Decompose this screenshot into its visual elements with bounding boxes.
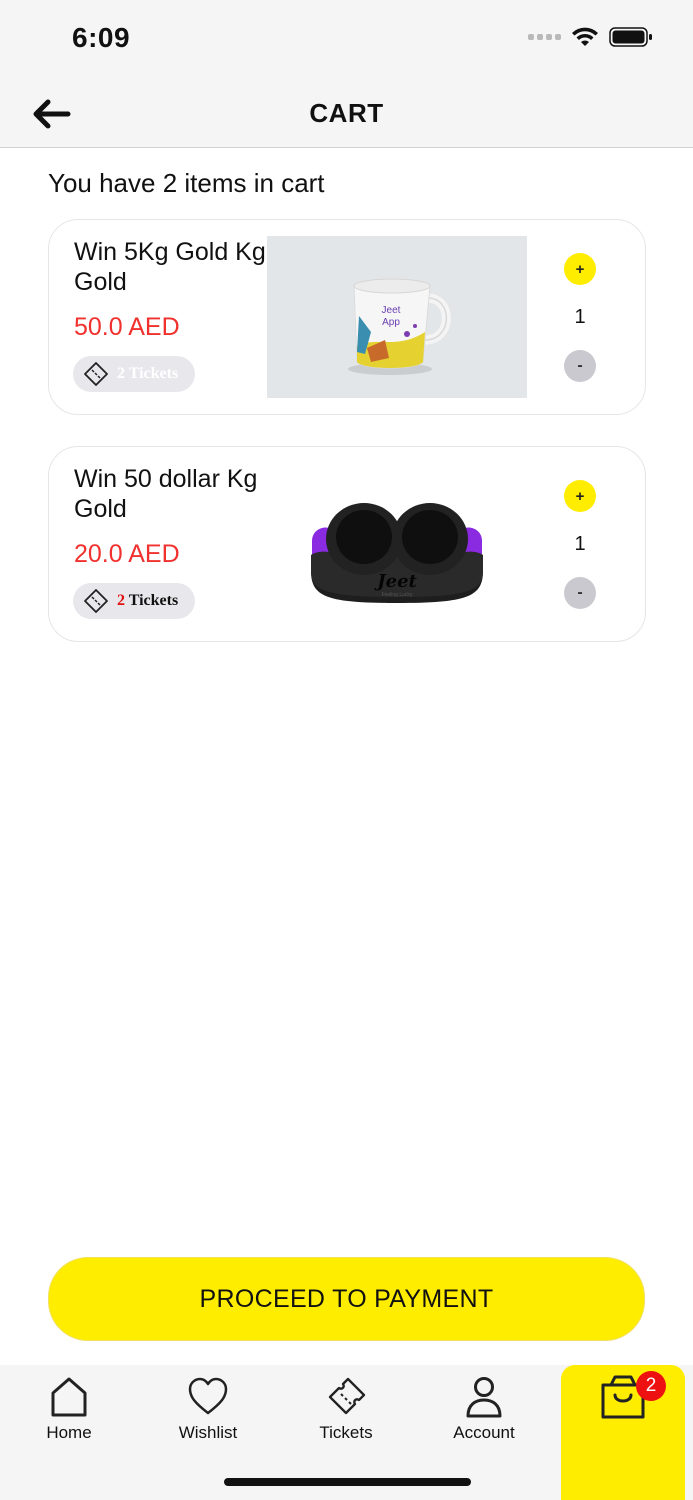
tab-wishlist[interactable]: Wishlist [153,1375,263,1443]
cart-item: Win 5Kg Gold Kg Gold 50.0 AED 2 Tickets … [48,219,646,415]
cart-item: Win 50 dollar Kg Gold 20.0 AED 2 Tickets… [48,446,646,642]
tickets-text: 2 Tickets [117,365,178,383]
tickets-label: Tickets [128,592,179,609]
home-icon [51,1377,87,1417]
quantity-increase-button[interactable]: + [564,253,596,285]
item-title: Win 50 dollar Kg Gold [74,465,258,523]
headphones-image: Jeet Feeling Lucky [267,463,527,625]
tab-wishlist-label: Wishlist [178,1423,238,1442]
tickets-badge: 2 Tickets [73,583,195,619]
signal-icon [528,34,561,40]
page-title: CART [309,98,384,128]
status-icons [528,26,653,48]
quantity-value: 1 [574,306,586,328]
heart-icon [188,1377,228,1415]
tickets-count: 2 [117,592,125,609]
tickets-text: 2 Tickets [117,592,178,610]
svg-text:Jeet: Jeet [374,571,417,592]
home-indicator [224,1478,471,1486]
tickets-label: Tickets [128,365,179,382]
tab-tickets-label: Tickets [319,1423,373,1442]
tab-tickets[interactable]: Tickets [291,1375,401,1443]
tab-home-label: Home [46,1423,92,1442]
cart-summary: You have 2 items in cart [48,168,325,198]
mug-image: Jeet App [267,236,527,398]
item-price: 50.0 AED [74,313,180,341]
quantity-increase-button[interactable]: + [564,480,596,512]
battery-icon [609,27,652,47]
tab-home[interactable]: Home [14,1375,124,1443]
item-title: Win 5Kg Gold Kg Gold [74,238,266,296]
tab-account[interactable]: Account [429,1375,539,1443]
tickets-count: 2 [117,365,125,382]
wifi-icon [572,27,598,46]
ticket-icon [84,362,108,386]
cart-count-badge: 2 [636,1371,666,1401]
svg-text:Jeet: Jeet [382,305,401,316]
tab-account-label: Account [453,1423,515,1442]
nav-bar: CART [0,80,693,148]
quantity-decrease-button[interactable]: - [564,577,596,609]
svg-text:App: App [382,317,400,328]
status-bar: 6:09 [0,0,693,80]
svg-text:Feeling Lucky: Feeling Lucky [382,592,413,598]
tickets-badge: 2 Tickets [73,356,195,392]
item-price: 20.0 AED [74,540,180,568]
quantity-value: 1 [574,533,586,555]
tab-cart[interactable]: 2 [561,1365,685,1500]
status-time: 6:09 [72,22,131,53]
proceed-to-payment-button[interactable]: PROCEED TO PAYMENT [48,1257,645,1341]
quantity-decrease-button[interactable]: - [564,350,596,382]
ticket-icon [84,589,108,613]
user-icon [466,1377,502,1418]
ticket-icon [328,1377,366,1415]
